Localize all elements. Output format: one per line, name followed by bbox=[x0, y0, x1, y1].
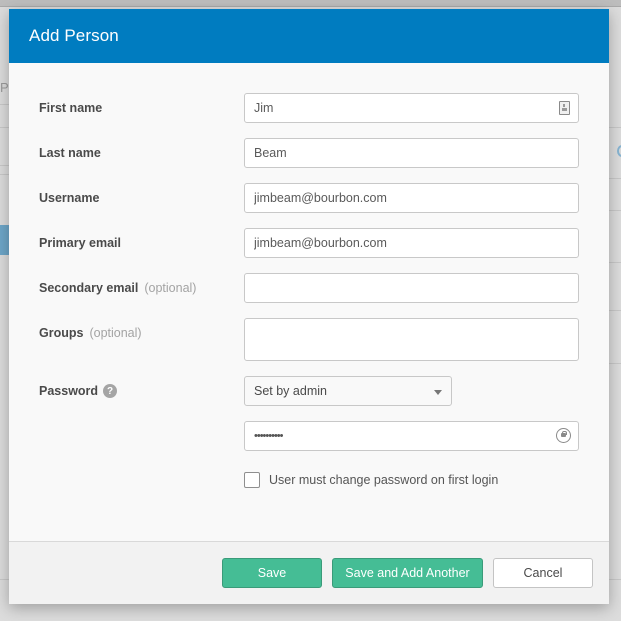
password-mode-select[interactable]: Set by admin bbox=[244, 376, 452, 406]
secondary-email-input[interactable] bbox=[254, 281, 569, 295]
last-name-input[interactable] bbox=[254, 146, 569, 160]
groups-label-text: Groups bbox=[39, 326, 84, 340]
add-person-dialog: Add Person First name Last name Username… bbox=[9, 9, 609, 604]
help-icon[interactable]: ? bbox=[103, 384, 117, 398]
primary-email-label: Primary email bbox=[39, 236, 121, 250]
last-name-label: Last name bbox=[39, 146, 101, 160]
username-label: Username bbox=[39, 191, 100, 205]
groups-input[interactable] bbox=[254, 327, 569, 341]
username-field[interactable] bbox=[244, 183, 579, 213]
background-topbar bbox=[0, 0, 621, 7]
background-divider bbox=[609, 262, 621, 263]
save-button[interactable]: Save bbox=[222, 558, 322, 588]
background-refresh-icon bbox=[617, 145, 621, 157]
groups-field[interactable] bbox=[244, 318, 579, 361]
background-divider bbox=[609, 363, 621, 364]
dialog-footer: Save Save and Add Another Cancel bbox=[9, 541, 609, 604]
optional-hint: (optional) bbox=[144, 281, 197, 295]
primary-email-input[interactable] bbox=[254, 236, 569, 250]
contact-card-icon[interactable] bbox=[559, 101, 570, 115]
change-password-checkbox[interactable] bbox=[244, 472, 260, 488]
primary-email-field[interactable] bbox=[244, 228, 579, 258]
secondary-email-label-text: Secondary email bbox=[39, 281, 139, 295]
groups-label: Groups (optional) bbox=[39, 326, 142, 340]
username-input[interactable] bbox=[254, 191, 569, 205]
save-and-add-another-button[interactable]: Save and Add Another bbox=[332, 558, 483, 588]
dialog-title: Add Person bbox=[29, 26, 119, 45]
optional-hint: (optional) bbox=[89, 326, 142, 340]
chevron-down-icon bbox=[434, 390, 442, 395]
last-name-field[interactable] bbox=[244, 138, 579, 168]
change-password-option[interactable]: User must change password on first login bbox=[244, 472, 498, 488]
password-field[interactable]: •••••••••• bbox=[244, 421, 579, 451]
secondary-email-field[interactable] bbox=[244, 273, 579, 303]
dialog-header: Add Person bbox=[9, 9, 609, 63]
first-name-field[interactable] bbox=[244, 93, 579, 123]
first-name-label: First name bbox=[39, 101, 103, 115]
first-name-input[interactable] bbox=[254, 101, 569, 115]
password-label: Password bbox=[39, 384, 99, 398]
change-password-label[interactable]: User must change password on first login bbox=[269, 473, 498, 487]
password-input[interactable]: •••••••••• bbox=[254, 430, 283, 442]
background-divider bbox=[609, 310, 621, 311]
background-divider bbox=[609, 127, 621, 128]
cancel-button[interactable]: Cancel bbox=[493, 558, 593, 588]
password-mode-selected: Set by admin bbox=[254, 384, 327, 398]
secondary-email-label: Secondary email (optional) bbox=[39, 281, 196, 295]
password-reveal-icon[interactable] bbox=[556, 428, 571, 443]
background-divider bbox=[609, 178, 621, 179]
background-divider bbox=[609, 210, 621, 211]
